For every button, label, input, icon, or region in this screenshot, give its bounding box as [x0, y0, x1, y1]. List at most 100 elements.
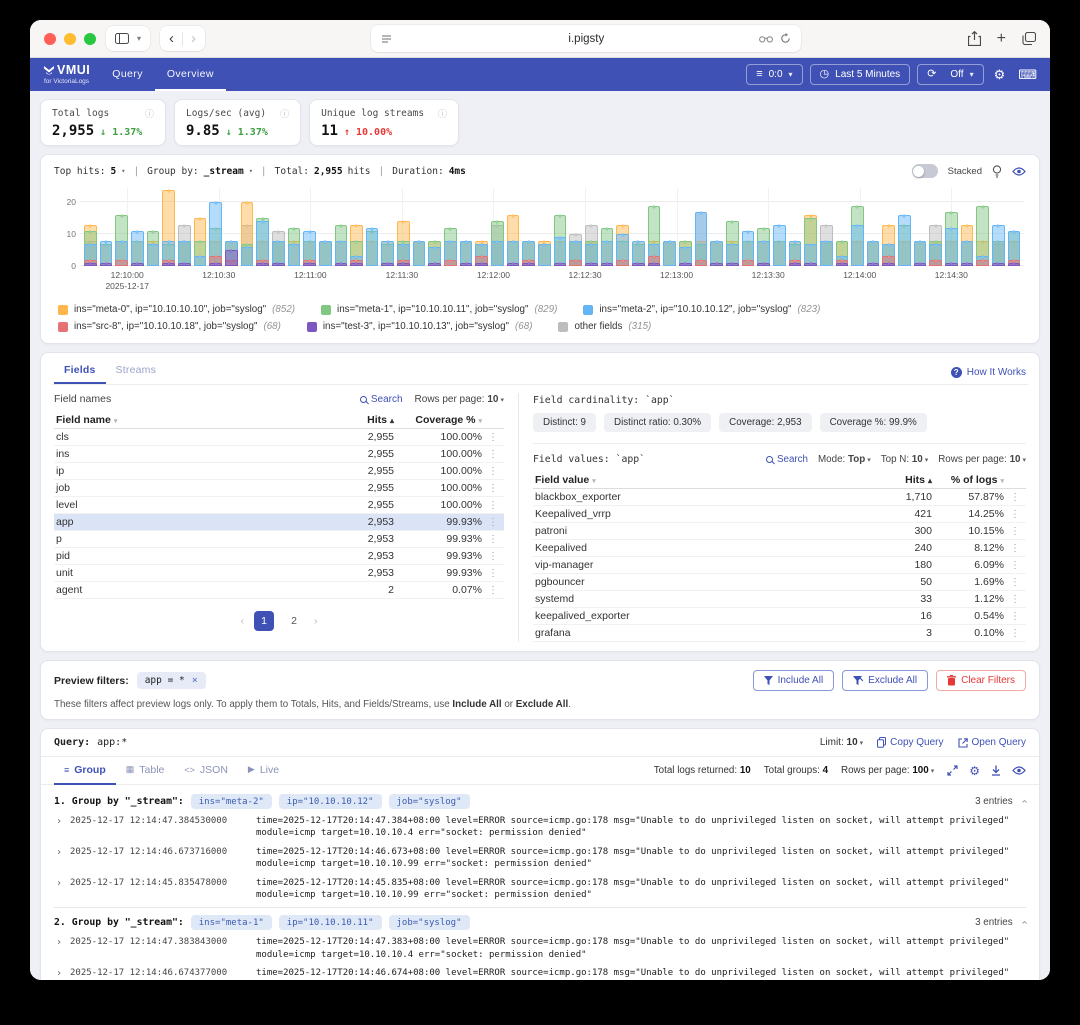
value-row[interactable]: Keepalived_vrrp42114.25%⋮ — [533, 506, 1026, 523]
chart-bucket[interactable] — [945, 188, 958, 266]
back-button[interactable]: ‹ — [169, 30, 174, 47]
col-hits[interactable]: Hits▴ — [332, 414, 394, 426]
shortcuts-button[interactable]: ⌨ — [1015, 67, 1040, 83]
expand-entry-icon[interactable]: › — [54, 877, 70, 902]
hits-chart[interactable]: 01020 — [80, 188, 1024, 266]
row-menu-icon[interactable]: ⋮ — [1004, 628, 1026, 639]
pager-page[interactable]: 2 — [284, 611, 304, 631]
chart-bucket[interactable] — [256, 188, 269, 266]
log-entry[interactable]: ›2025-12-17 12:14:46.673716000time=2025-… — [54, 846, 1026, 871]
open-query-button[interactable]: Open Query — [958, 737, 1026, 748]
chart-bucket[interactable] — [147, 188, 160, 266]
chart-bucket[interactable] — [350, 188, 363, 266]
col-coverage[interactable]: Coverage %▾ — [394, 414, 482, 426]
view-tab-live[interactable]: ▶Live — [238, 757, 289, 785]
expand-entry-icon[interactable]: › — [54, 846, 70, 871]
legend-item[interactable]: ins="meta-1", ip="10.10.10.11", job="sys… — [321, 304, 557, 315]
legend-item[interactable]: other fields(315) — [558, 321, 651, 332]
chart-bucket[interactable] — [569, 188, 582, 266]
chart-bucket[interactable] — [100, 188, 113, 266]
row-menu-icon[interactable]: ⋮ — [1004, 543, 1026, 554]
field-row[interactable]: ip2,955100.00%⋮ — [54, 463, 504, 480]
col-hits[interactable]: Hits▴ — [870, 474, 932, 486]
chevron-down-icon[interactable]: ▾ — [121, 167, 125, 175]
chart-bucket[interactable] — [726, 188, 739, 266]
chart-bucket[interactable] — [194, 188, 207, 266]
chart-bucket[interactable] — [710, 188, 723, 266]
row-menu-icon[interactable]: ⋮ — [482, 585, 504, 596]
chart-bucket[interactable] — [303, 188, 316, 266]
reader-icon[interactable] — [381, 34, 392, 44]
row-menu-icon[interactable]: ⋮ — [482, 568, 504, 579]
how-it-works-link[interactable]: ?How It Works — [951, 367, 1026, 378]
row-menu-icon[interactable]: ⋮ — [482, 432, 504, 443]
chart-bucket[interactable] — [585, 188, 598, 266]
chart-bucket[interactable] — [84, 188, 97, 266]
chart-bucket[interactable] — [381, 188, 394, 266]
eye-icon[interactable] — [1012, 766, 1026, 775]
chart-bucket[interactable] — [241, 188, 254, 266]
col-field-value[interactable]: Field value▾ — [533, 474, 870, 486]
tip-icon[interactable] — [992, 165, 1002, 178]
value-row[interactable]: systemd331.12%⋮ — [533, 591, 1026, 608]
tab-fields[interactable]: Fields — [54, 360, 106, 384]
time-range-button[interactable]: ◷ Last 5 Minutes — [810, 64, 911, 85]
stream-chip[interactable]: job="syslog" — [389, 915, 470, 930]
chart-bucket[interactable] — [460, 188, 473, 266]
view-tab-group[interactable]: ≡Group — [54, 757, 116, 785]
value-row[interactable]: keepalived_exporter160.54%⋮ — [533, 608, 1026, 625]
row-menu-icon[interactable]: ⋮ — [1004, 611, 1026, 622]
chart-bucket[interactable] — [820, 188, 833, 266]
chart-bucket[interactable] — [428, 188, 441, 266]
chart-bucket[interactable] — [914, 188, 927, 266]
values-search-button[interactable]: Search — [766, 454, 808, 465]
chart-bucket[interactable] — [272, 188, 285, 266]
row-menu-icon[interactable]: ⋮ — [482, 449, 504, 460]
field-row[interactable]: app2,95399.93%⋮ — [54, 514, 504, 531]
value-row[interactable]: grafana30.10%⋮ — [533, 625, 1026, 642]
row-menu-icon[interactable]: ⋮ — [1004, 492, 1026, 503]
download-icon[interactable] — [991, 765, 1001, 776]
forward-button[interactable]: › — [191, 30, 196, 47]
log-entry[interactable]: ›2025-12-17 12:14:47.383843000time=2025-… — [54, 936, 1026, 961]
minimize-window-button[interactable] — [64, 33, 76, 45]
expand-entry-icon[interactable]: › — [54, 967, 70, 980]
chart-bucket[interactable] — [679, 188, 692, 266]
chart-bucket[interactable] — [695, 188, 708, 266]
legend-item[interactable]: ins="test-3", ip="10.10.10.13", job="sys… — [307, 321, 533, 332]
col-field-name[interactable]: Field name▾ — [54, 414, 332, 426]
tab-overview-icon[interactable] — [1022, 32, 1036, 45]
row-menu-icon[interactable]: ⋮ — [1004, 577, 1026, 588]
chart-bucket[interactable] — [507, 188, 520, 266]
row-menu-icon[interactable]: ⋮ — [1004, 526, 1026, 537]
header-tab-query[interactable]: Query — [100, 58, 155, 91]
legend-item[interactable]: ins="src-8", ip="10.10.10.18", job="sysl… — [58, 321, 281, 332]
chart-bucket[interactable] — [804, 188, 817, 266]
chart-bucket[interactable] — [773, 188, 786, 266]
field-row[interactable]: agent20.07%⋮ — [54, 582, 504, 599]
info-icon[interactable]: ⓘ — [280, 107, 289, 120]
field-row[interactable]: ins2,955100.00%⋮ — [54, 446, 504, 463]
legend-item[interactable]: ins="meta-0", ip="10.10.10.10", job="sys… — [58, 304, 295, 315]
value-row[interactable]: pgbouncer501.69%⋮ — [533, 574, 1026, 591]
info-icon[interactable]: ⓘ — [145, 107, 154, 120]
chart-bucket[interactable] — [882, 188, 895, 266]
chart-bucket[interactable] — [115, 188, 128, 266]
include-all-button[interactable]: Include All — [753, 670, 835, 691]
chart-bucket[interactable] — [413, 188, 426, 266]
field-row[interactable]: unit2,95399.93%⋮ — [54, 565, 504, 582]
view-tab-json[interactable]: <>JSON — [174, 757, 238, 785]
row-menu-icon[interactable]: ⋮ — [1004, 560, 1026, 571]
chart-bucket[interactable] — [663, 188, 676, 266]
chart-bucket[interactable] — [475, 188, 488, 266]
chart-bucket[interactable] — [288, 188, 301, 266]
stream-chip[interactable]: ins="meta-1" — [191, 915, 272, 930]
value-row[interactable]: patroni30010.15%⋮ — [533, 523, 1026, 540]
chart-bucket[interactable] — [648, 188, 661, 266]
chart-bucket[interactable] — [742, 188, 755, 266]
chart-bucket[interactable] — [538, 188, 551, 266]
chart-bucket[interactable] — [789, 188, 802, 266]
log-entry[interactable]: ›2025-12-17 12:14:47.384530000time=2025-… — [54, 815, 1026, 840]
row-menu-icon[interactable]: ⋮ — [482, 551, 504, 562]
share-icon[interactable] — [968, 31, 981, 46]
